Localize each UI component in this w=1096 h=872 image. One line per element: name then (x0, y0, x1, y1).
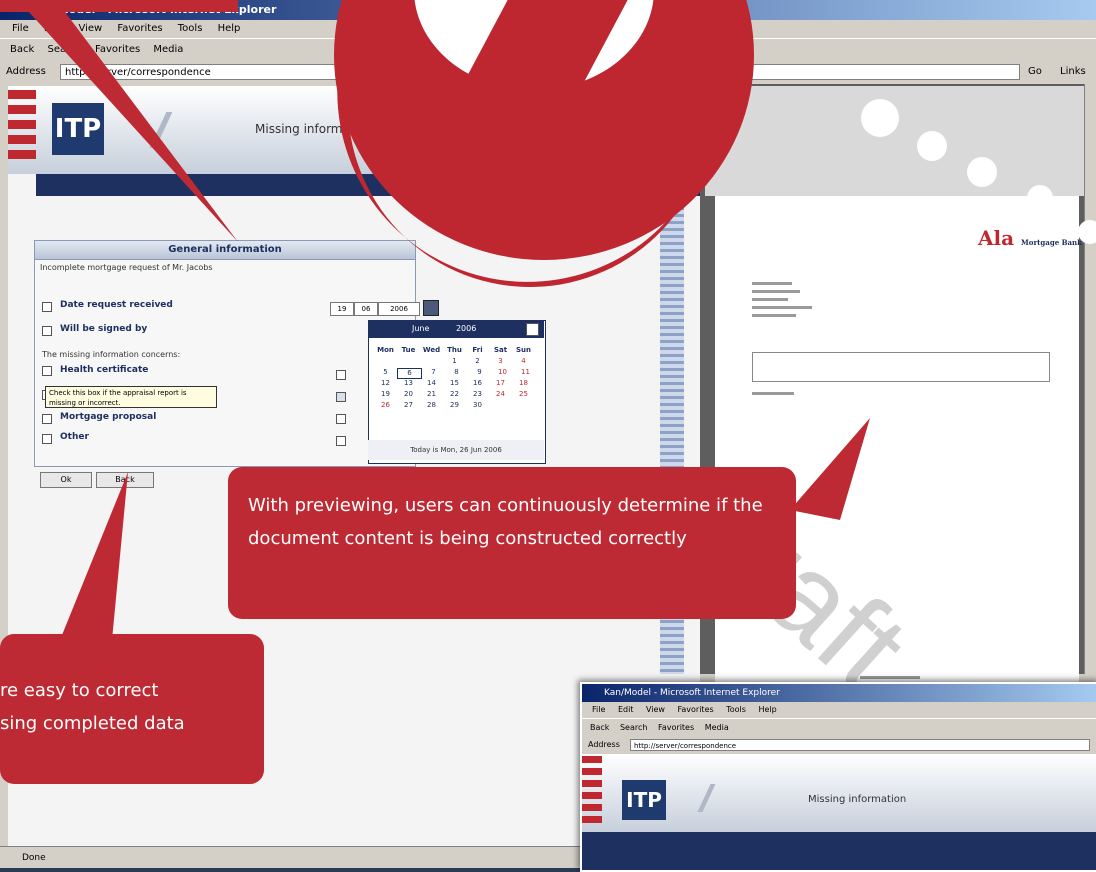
top-left-pointer (18, 0, 238, 242)
correct-callout-line2: sing completed data (0, 713, 185, 734)
correct-callout: re easy to correct sing completed data (0, 634, 264, 784)
left-pointer (60, 472, 128, 640)
dot-5 (1078, 220, 1096, 244)
preview-callout-text: With previewing, users can continuously … (248, 495, 763, 549)
preview-callout: With previewing, users can continuously … (228, 467, 796, 619)
dot-1 (861, 99, 899, 137)
dot-2 (917, 131, 947, 161)
dot-3 (967, 157, 997, 187)
correct-callout-line1: re easy to correct (0, 680, 159, 701)
preview-pointer (790, 418, 870, 520)
dot-4 (1027, 185, 1053, 211)
